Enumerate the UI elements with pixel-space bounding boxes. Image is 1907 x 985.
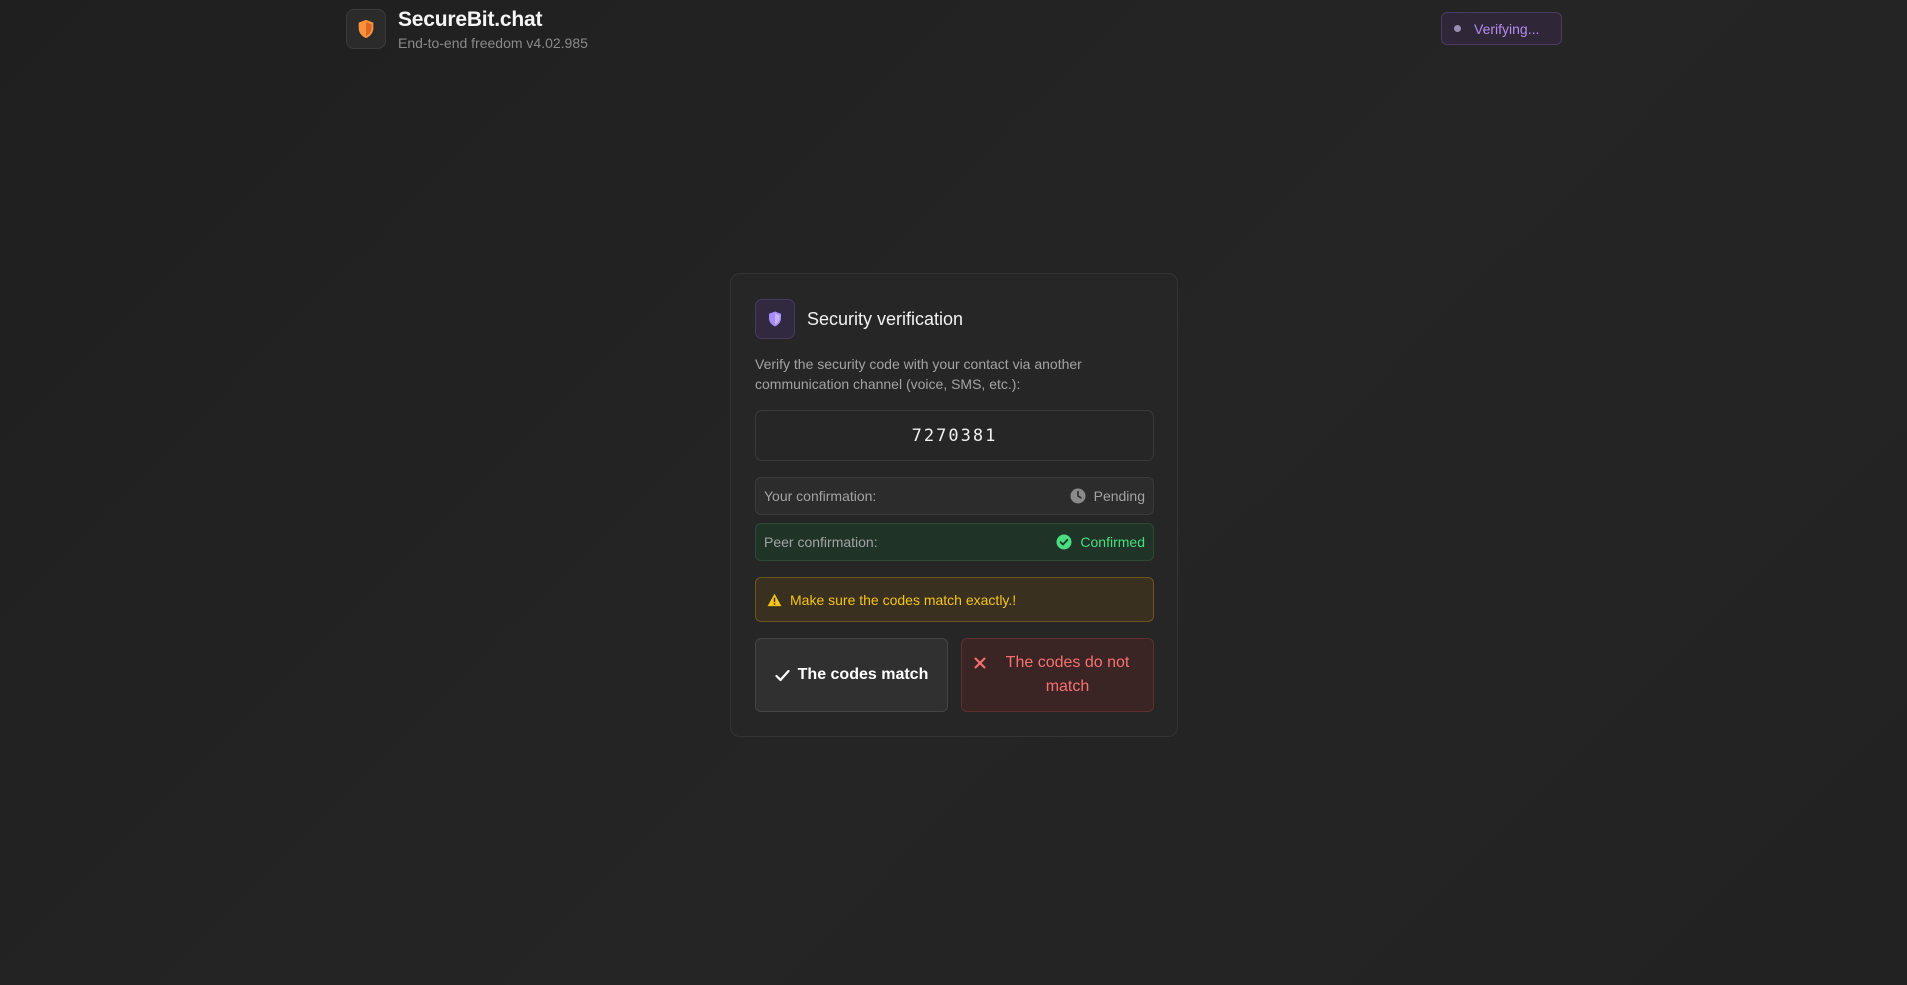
your-confirmation-row: Your confirmation: Pending <box>755 477 1154 515</box>
security-code-box[interactable]: 7270381 <box>755 410 1154 461</box>
clock-icon <box>1070 488 1086 504</box>
brand: SecureBit.chat End-to-end freedom v4.02.… <box>346 9 588 51</box>
codes-match-label: The codes match <box>797 666 929 683</box>
verification-card: Security verification Verify the securit… <box>730 273 1178 737</box>
card-title: Security verification <box>807 308 964 329</box>
warning-text: Make sure the codes match exactly.! <box>790 591 1017 608</box>
codes-do-not-match-button[interactable]: The codes do not match <box>961 638 1154 712</box>
your-confirmation-status: Pending <box>1070 488 1145 504</box>
peer-confirmation-row: Peer confirmation: Confirmed <box>755 523 1154 561</box>
status-text: Verifying... <box>1474 20 1540 37</box>
security-code[interactable]: 7270381 <box>912 426 998 446</box>
app-header: SecureBit.chat End-to-end freedom v4.02.… <box>0 0 1907 60</box>
pending-text: Pending <box>1093 488 1145 504</box>
warning-triangle-icon <box>767 593 782 606</box>
status-badge: Verifying... <box>1441 12 1562 45</box>
status-dot-icon <box>1454 25 1461 32</box>
app-subtitle: End-to-end freedom v4.02.985 <box>398 35 588 51</box>
check-icon <box>775 669 790 681</box>
peer-confirmation-label: Peer confirmation: <box>764 534 878 550</box>
warning-banner: Make sure the codes match exactly.! <box>755 577 1154 622</box>
x-icon <box>974 657 985 669</box>
peer-confirmation-status: Confirmed <box>1056 534 1145 550</box>
check-circle-icon <box>1056 534 1072 550</box>
card-description: Verify the security code with your conta… <box>755 356 1082 392</box>
confirmed-text: Confirmed <box>1080 534 1145 550</box>
codes-match-button[interactable]: The codes match <box>755 638 948 712</box>
app-title: SecureBit.chat <box>398 8 543 31</box>
shield-icon <box>769 311 781 327</box>
card-header: Security verification <box>755 299 963 339</box>
card-icon-container <box>755 299 795 339</box>
codes-do-not-match-label: The codes do not match <box>1005 654 1130 695</box>
shield-icon <box>358 19 374 39</box>
logo <box>346 9 386 49</box>
your-confirmation-label: Your confirmation: <box>764 488 877 504</box>
